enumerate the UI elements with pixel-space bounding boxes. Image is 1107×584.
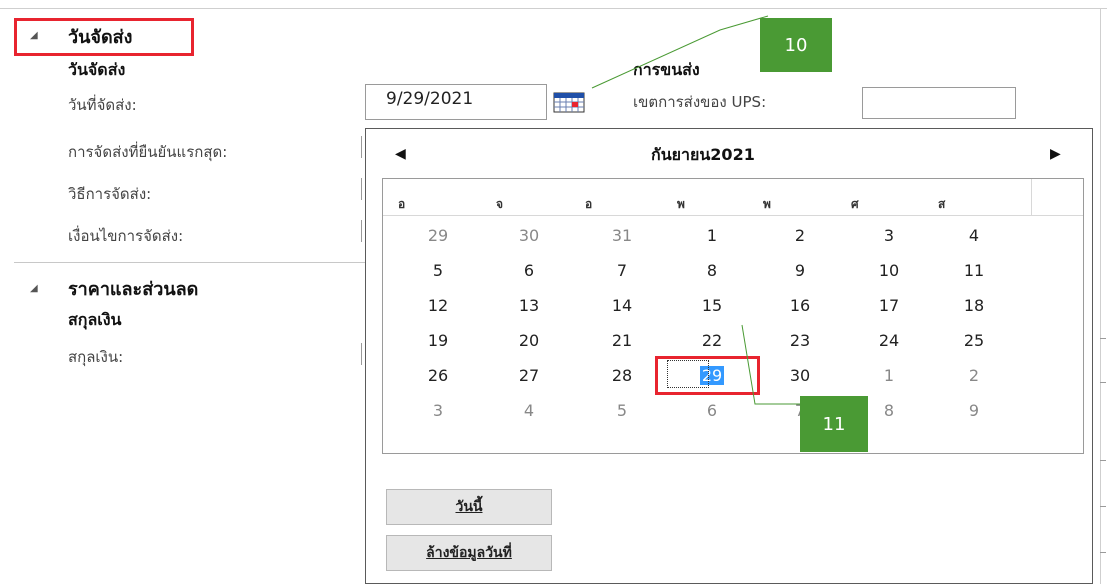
callout-badge-11: 11 — [800, 396, 868, 452]
callout-leaders — [591, 15, 808, 405]
callout-leader-11 — [741, 324, 808, 405]
callout-badge-10: 10 — [760, 18, 832, 72]
callout-leader-10 — [591, 15, 769, 89]
